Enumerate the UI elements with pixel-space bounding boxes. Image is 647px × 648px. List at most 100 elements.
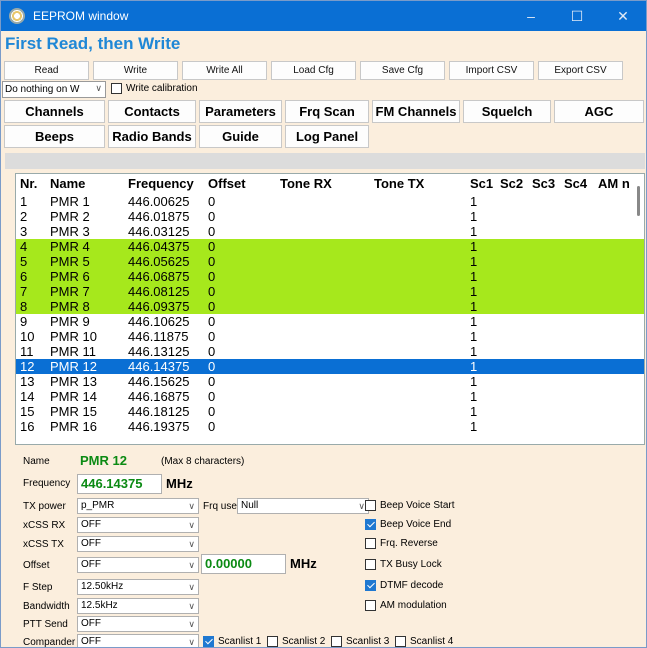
table-row[interactable]: 15 PMR 15 446.18125 0 1	[16, 404, 644, 419]
frequency-field[interactable]: 446.14375	[77, 474, 162, 494]
import-csv-button[interactable]: Import CSV	[449, 61, 534, 80]
checkbox-icon[interactable]	[331, 636, 342, 647]
tx-power-select[interactable]: p_PMR ∨	[77, 498, 199, 514]
cell-tone-tx	[370, 374, 466, 389]
tab-parameters[interactable]: Parameters	[199, 100, 282, 123]
write-all-button[interactable]: Write All	[182, 61, 267, 80]
table-row[interactable]: 4 PMR 4 446.04375 0 1	[16, 239, 644, 254]
channel-table[interactable]: Nr. Name Frequency Offset Tone RX Tone T…	[15, 173, 645, 445]
table-scrollbar[interactable]	[637, 186, 640, 216]
header-sc4[interactable]: Sc4	[560, 174, 594, 194]
table-row[interactable]: 16 PMR 16 446.19375 0 1	[16, 419, 644, 434]
scanlist-1-checkbox[interactable]: Scanlist 1	[203, 636, 261, 647]
header-nr[interactable]: Nr.	[16, 174, 46, 194]
title-bar[interactable]: EEPROM window – ☐ ✕	[1, 1, 646, 31]
checkbox-icon[interactable]	[267, 636, 278, 647]
tab-beeps[interactable]: Beeps	[4, 125, 105, 148]
header-offset[interactable]: Offset	[204, 174, 276, 194]
table-row[interactable]: 9 PMR 9 446.10625 0 1	[16, 314, 644, 329]
header-am[interactable]: AM n	[594, 174, 634, 194]
xcss-tx-select[interactable]: OFF ∨	[77, 536, 199, 552]
tab-squelch[interactable]: Squelch	[463, 100, 551, 123]
tab-radio-bands[interactable]: Radio Bands	[108, 125, 196, 148]
tab-frq-scan[interactable]: Frq Scan	[285, 100, 369, 123]
header-tone-rx[interactable]: Tone RX	[276, 174, 370, 194]
frq-use-label: Frq use	[203, 501, 237, 512]
table-row[interactable]: 8 PMR 8 446.09375 0 1	[16, 299, 644, 314]
frq-use-select[interactable]: Null ∨	[237, 498, 369, 514]
table-row[interactable]: 14 PMR 14 446.16875 0 1	[16, 389, 644, 404]
tab-channels[interactable]: Channels	[4, 100, 105, 123]
cell-tone-tx	[370, 254, 466, 269]
cell-nr: 3	[20, 224, 28, 239]
header-frequency[interactable]: Frequency	[124, 174, 204, 194]
scanlist-4-checkbox[interactable]: Scanlist 4	[395, 636, 453, 647]
header-sc2[interactable]: Sc2	[496, 174, 528, 194]
table-row[interactable]: 2 PMR 2 446.01875 0 1	[16, 209, 644, 224]
table-row[interactable]: 3 PMR 3 446.03125 0 1	[16, 224, 644, 239]
scanlist-2-checkbox[interactable]: Scanlist 2	[267, 636, 325, 647]
cell-sc4	[560, 284, 594, 299]
checkbox-checked-icon[interactable]	[203, 636, 214, 647]
xcss-rx-select[interactable]: OFF ∨	[77, 517, 199, 533]
header-tone-tx[interactable]: Tone TX	[370, 174, 466, 194]
tab-fm-channels[interactable]: FM Channels	[372, 100, 460, 123]
checkbox-icon[interactable]	[365, 559, 376, 570]
table-row[interactable]: 11 PMR 11 446.13125 0 1	[16, 344, 644, 359]
minimize-button[interactable]: –	[508, 1, 554, 31]
offset-mhz-field[interactable]: 0.00000	[201, 554, 286, 574]
write-mode-select[interactable]: Do nothing on W ∨	[2, 81, 106, 98]
load-cfg-button[interactable]: Load Cfg	[271, 61, 356, 80]
name-field[interactable]: PMR 12	[77, 452, 147, 471]
maximize-button[interactable]: ☐	[554, 1, 600, 31]
tab-contacts[interactable]: Contacts	[108, 100, 196, 123]
cell-name: PMR 8	[50, 299, 90, 314]
frq-reverse-checkbox[interactable]: Frq. Reverse	[365, 538, 438, 549]
headline: First Read, then Write	[5, 34, 181, 53]
cell-sc1: 1	[470, 254, 478, 269]
table-row[interactable]: 10 PMR 10 446.11875 0 1	[16, 329, 644, 344]
checkbox-checked-icon[interactable]	[365, 580, 376, 591]
write-button[interactable]: Write	[93, 61, 178, 80]
compander-select[interactable]: OFF ∨	[77, 634, 199, 647]
scanlist-3-checkbox[interactable]: Scanlist 3	[331, 636, 389, 647]
offset-select[interactable]: OFF ∨	[77, 557, 199, 573]
close-button[interactable]: ✕	[600, 1, 646, 31]
am-modulation-checkbox[interactable]: AM modulation	[365, 600, 447, 611]
table-row[interactable]: 6 PMR 6 446.06875 0 1	[16, 269, 644, 284]
bandwidth-label: Bandwidth	[23, 601, 70, 612]
header-sc1[interactable]: Sc1	[466, 174, 496, 194]
table-row[interactable]: 7 PMR 7 446.08125 0 1	[16, 284, 644, 299]
save-cfg-button[interactable]: Save Cfg	[360, 61, 445, 80]
checkbox-icon[interactable]	[395, 636, 406, 647]
beep-voice-start-checkbox[interactable]: Beep Voice Start	[365, 500, 455, 511]
ptt-send-select[interactable]: OFF ∨	[77, 616, 199, 632]
cell-sc3	[528, 284, 560, 299]
tab-log-panel[interactable]: Log Panel	[285, 125, 369, 148]
cell-am	[594, 344, 634, 359]
checkbox-icon[interactable]	[111, 83, 122, 94]
fstep-value: 12.50kHz	[81, 581, 124, 592]
dtmf-decode-checkbox[interactable]: DTMF decode	[365, 580, 443, 591]
table-row[interactable]: 1 PMR 1 446.00625 0 1	[16, 194, 644, 209]
checkbox-icon[interactable]	[365, 538, 376, 549]
table-row[interactable]: 5 PMR 5 446.05625 0 1	[16, 254, 644, 269]
tab-agc[interactable]: AGC	[554, 100, 644, 123]
table-row[interactable]: 13 PMR 13 446.15625 0 1	[16, 374, 644, 389]
table-row[interactable]: 12 PMR 12 446.14375 0 1	[16, 359, 644, 374]
header-name[interactable]: Name	[46, 174, 124, 194]
cell-tone-tx	[370, 344, 466, 359]
checkbox-icon[interactable]	[365, 600, 376, 611]
bandwidth-select[interactable]: 12.5kHz ∨	[77, 598, 199, 614]
tab-guide[interactable]: Guide	[199, 125, 282, 148]
header-sc3[interactable]: Sc3	[528, 174, 560, 194]
read-button[interactable]: Read	[4, 61, 89, 80]
cell-offset: 0	[208, 374, 216, 389]
write-calibration-checkbox[interactable]: Write calibration	[111, 83, 198, 94]
checkbox-icon[interactable]	[365, 500, 376, 511]
checkbox-checked-icon[interactable]	[365, 519, 376, 530]
fstep-select[interactable]: 12.50kHz ∨	[77, 579, 199, 595]
tx-busy-lock-checkbox[interactable]: TX Busy Lock	[365, 559, 442, 570]
beep-voice-end-checkbox[interactable]: Beep Voice End	[365, 519, 451, 530]
export-csv-button[interactable]: Export CSV	[538, 61, 623, 80]
